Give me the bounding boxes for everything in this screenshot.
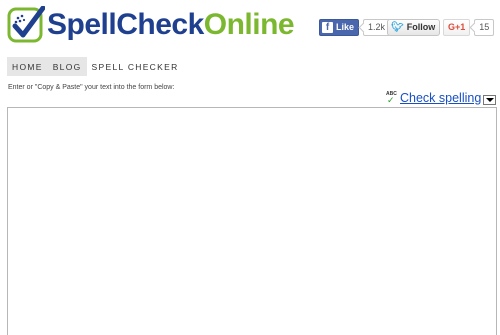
facebook-like-label: Like xyxy=(336,22,355,32)
twitter-follow-widget: 🐦︎ Follow xyxy=(387,18,441,36)
logo-text-check: Check xyxy=(116,8,204,41)
check-spelling-link[interactable]: ABC ✓ Check spelling xyxy=(386,90,481,106)
twitter-bird-icon: 🐦︎ xyxy=(391,21,404,33)
main-nav: HOME BLOG SPELL CHECKER xyxy=(7,57,184,76)
googleplus-count: 15 xyxy=(474,18,495,36)
site-logo[interactable]: SpellCheckOnline xyxy=(7,5,295,45)
facebook-like-button[interactable]: f Like xyxy=(319,18,360,36)
language-dropdown-button[interactable] xyxy=(483,95,496,105)
instructions-text: Enter or "Copy & Paste" your text into t… xyxy=(8,84,175,91)
facebook-icon: f xyxy=(322,21,333,33)
spellcheck-textarea[interactable] xyxy=(7,107,497,335)
nav-item-spell-checker[interactable]: SPELL CHECKER xyxy=(87,57,184,76)
googleplus-button[interactable]: G+1 xyxy=(443,18,471,36)
logo-text-spell: Spell xyxy=(47,8,117,41)
nav-item-home[interactable]: HOME xyxy=(7,57,48,76)
facebook-like-count: 1.2k xyxy=(363,18,391,36)
chevron-down-icon xyxy=(485,98,494,102)
nav-item-blog[interactable]: BLOG xyxy=(47,57,87,76)
spellcheck-icon: ABC ✓ xyxy=(386,91,397,105)
logo-text-online: Online xyxy=(203,8,295,41)
facebook-like-widget: f Like 1.2k xyxy=(319,18,391,36)
checkmark-logo-icon xyxy=(7,5,46,44)
twitter-follow-label: Follow xyxy=(406,22,436,32)
logo-text: SpellCheckOnline xyxy=(47,6,295,44)
googleplus-widget: G+1 15 xyxy=(443,18,495,36)
check-spelling-label[interactable]: Check spelling xyxy=(400,91,481,105)
twitter-follow-button[interactable]: 🐦︎ Follow xyxy=(387,18,441,36)
